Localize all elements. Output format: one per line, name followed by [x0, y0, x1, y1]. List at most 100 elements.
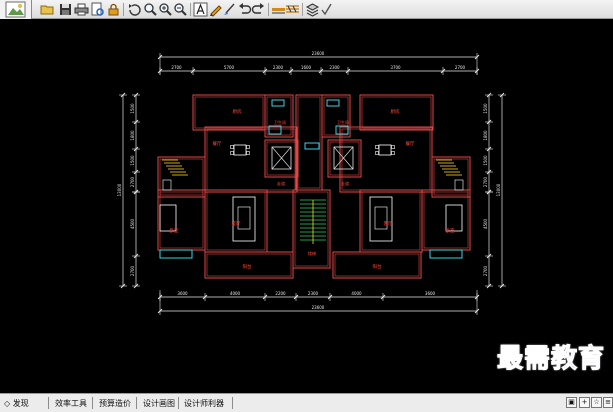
tool-efficiency[interactable]: 效率工具 — [55, 398, 87, 409]
right-dining-table-chair — [391, 145, 395, 149]
diamond-icon: ◇ — [4, 399, 11, 408]
discover-label: 发现 — [12, 399, 29, 408]
status-separator — [178, 397, 179, 409]
zoom-window-icon[interactable] — [143, 2, 158, 17]
zoom-in-icon[interactable] — [158, 2, 173, 17]
open-folder-icon[interactable] — [40, 2, 55, 17]
layer-line-icon[interactable] — [271, 2, 286, 17]
app-logo[interactable] — [0, 0, 32, 19]
right-dining-table-chair — [375, 151, 379, 155]
right-sofa — [369, 196, 393, 242]
left-bath-inner — [266, 96, 292, 136]
room-hall-right: 客厅 — [384, 220, 393, 227]
left-dining-table-chair — [230, 145, 234, 149]
lock-icon[interactable] — [106, 2, 121, 17]
text-icon[interactable] — [193, 2, 208, 17]
left-dining-table-chair — [246, 145, 250, 149]
layers-icon[interactable] — [305, 2, 320, 17]
room-corridor-left: 走道 — [277, 180, 285, 186]
left-dining-table — [233, 144, 247, 156]
room-corridor-right: 走道 — [341, 180, 349, 186]
bottom-dim-label: 4000 — [351, 291, 362, 296]
print-preview-icon[interactable] — [90, 2, 105, 17]
save-icon[interactable] — [58, 2, 73, 17]
top-dim-label: 2700 — [455, 65, 466, 70]
star-icon[interactable]: ☆ — [591, 397, 602, 408]
room-bath-left: 卫生间 — [274, 119, 286, 125]
toolbar-separator — [123, 3, 124, 16]
statusbar: ◇ 发现 效率工具 预算造价 设计画图 设计师利器 ▣ + ☆ ≡ — [0, 393, 613, 412]
top-total-label: 23600 — [312, 51, 325, 56]
pencil-icon[interactable] — [208, 2, 223, 17]
cad-canvas[interactable]: 2700 5700 2300 1600 2300 3700 2700 23600 3600 400… — [0, 19, 613, 393]
left-dim-b-label: 2700 — [130, 265, 135, 276]
left-bed — [159, 204, 177, 232]
top-dim-label: 2300 — [273, 65, 284, 70]
bottom-dim-label: 3600 — [425, 291, 436, 296]
app-logo-icon — [5, 1, 26, 18]
bottom-dim-label: 3600 — [177, 291, 188, 296]
top-dim-label: 1600 — [301, 65, 312, 70]
right-dim-b-label: 2700 — [483, 265, 488, 276]
room-balcony-left: 阳台 — [243, 263, 252, 270]
room-kitchen-right: 厨房 — [391, 108, 400, 115]
toolbar — [0, 0, 613, 19]
print-icon[interactable] — [74, 2, 89, 17]
left-bath-fixture — [271, 99, 285, 107]
left-hall — [204, 189, 268, 253]
tool-designer[interactable]: 设计师利器 — [184, 398, 224, 409]
redo-icon[interactable] — [251, 2, 266, 17]
room-stair: 楼梯 — [308, 250, 316, 256]
right-dim-b-label: 4500 — [483, 218, 488, 229]
right-dim-label: 1500 — [483, 155, 488, 166]
left-sofa — [232, 196, 256, 242]
left-kitchen-inner — [194, 96, 264, 129]
left-bedroom-inner — [159, 191, 204, 249]
menu-icon[interactable]: ≡ — [603, 397, 613, 408]
left-dim-b-label: 4500 — [130, 218, 135, 229]
stair-well — [292, 189, 331, 269]
watermark: 最需教育 — [496, 344, 605, 375]
toolbar-separator — [190, 3, 191, 16]
undo-icon[interactable] — [237, 2, 252, 17]
right-dining-inner — [341, 128, 431, 191]
right-dining-table — [378, 144, 392, 156]
right-dining-table-chair — [391, 151, 395, 155]
right-dim-label: 1500 — [483, 103, 488, 114]
top-dim-label: 2300 — [329, 65, 340, 70]
plus-icon[interactable]: + — [579, 397, 590, 408]
room-hall-left: 客厅 — [232, 220, 241, 227]
bottom-dim-label: 2200 — [275, 291, 286, 296]
room-balcony-right: 阳台 — [373, 263, 382, 270]
status-separator — [92, 397, 93, 409]
left-bay-window — [159, 249, 193, 259]
room-dining-left: 餐厅 — [213, 140, 222, 147]
toolbar-separator — [268, 3, 269, 16]
sheet-icon[interactable]: ▣ — [566, 397, 577, 408]
status-separator — [136, 397, 137, 409]
right-hall — [359, 189, 423, 253]
tool-budget[interactable]: 预算造价 — [99, 398, 131, 409]
core-window — [304, 142, 320, 150]
tool-drawing[interactable]: 设计画图 — [143, 398, 175, 409]
core-left — [264, 139, 299, 178]
hatch-icon[interactable] — [285, 2, 300, 17]
undo-special-icon[interactable] — [127, 2, 142, 17]
toolbar-separator — [302, 3, 303, 16]
bottom-dim-label: 2300 — [308, 291, 319, 296]
bottom-dim-label: 4000 — [230, 291, 241, 296]
status-separator — [232, 397, 233, 409]
core-right — [327, 139, 362, 178]
discover-item[interactable]: ◇ 发现 — [4, 398, 29, 409]
right-bay-window — [429, 249, 463, 259]
right-total-label: 13000 — [496, 183, 501, 196]
top-dim-label: 2700 — [171, 65, 182, 70]
brush-icon[interactable] — [222, 2, 237, 17]
room-bedroom-right: 卧室 — [446, 227, 455, 234]
left-toilet — [162, 179, 172, 191]
left-dining-table-chair — [246, 151, 250, 155]
room-bath-right: 卫生间 — [337, 119, 349, 125]
zoom-out-icon[interactable] — [173, 2, 188, 17]
left-dining-table-chair — [230, 151, 234, 155]
check-icon[interactable] — [319, 2, 334, 17]
